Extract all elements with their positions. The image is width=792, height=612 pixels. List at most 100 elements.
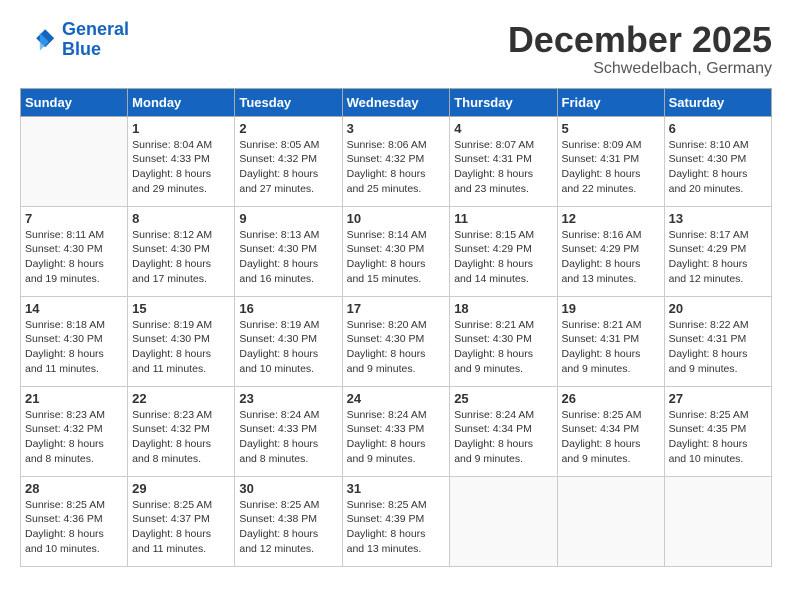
week-row-4: 21 Sunrise: 8:23 AMSunset: 4:32 PMDayligh… [21,386,772,476]
calendar-cell: 9Sunrise: 8:13 AMSunset: 4:30 PMDaylight… [235,206,342,296]
day-number: 10 [347,211,446,226]
location: Schwedelbach, Germany [508,60,772,78]
day-number: 25 [454,391,552,406]
calendar-cell: 12 Sunrise: 8:16 AMSunset: 4:29 PMDayligh… [557,206,664,296]
day-info: Sunrise: 8:25 AMSunset: 4:37 PMDaylight:… [132,498,230,557]
calendar-cell: 27Sunrise: 8:25 AMSunset: 4:35 PMDayligh… [664,386,771,476]
day-number: 31 [347,481,446,496]
calendar-cell: 31Sunrise: 8:25 AMSunset: 4:39 PMDayligh… [342,476,450,566]
day-info: Sunrise: 8:20 AMSunset: 4:30 PMDaylight:… [347,318,446,377]
calendar-cell: 5 Sunrise: 8:09 AMSunset: 4:31 PMDaylight… [557,116,664,206]
day-number: 12 [562,211,660,226]
day-header-friday: Friday [557,88,664,116]
day-number: 4 [454,121,552,136]
calendar-cell: 6Sunrise: 8:10 AMSunset: 4:30 PMDaylight… [664,116,771,206]
day-number: 11 [454,211,552,226]
day-number: 9 [239,211,337,226]
day-number: 23 [239,391,337,406]
day-info: Sunrise: 8:04 AMSunset: 4:33 PMDaylight:… [132,138,230,197]
day-number: 7 [25,211,123,226]
day-info: Sunrise: 8:15 AMSunset: 4:29 PMDaylight:… [454,228,552,287]
calendar-cell: 28Sunrise: 8:25 AMSunset: 4:36 PMDayligh… [21,476,128,566]
calendar-cell: 2 Sunrise: 8:05 AMSunset: 4:32 PMDaylight… [235,116,342,206]
day-number: 29 [132,481,230,496]
calendar-cell: 20 Sunrise: 8:22 AMSunset: 4:31 PMDayligh… [664,296,771,386]
day-number: 2 [239,121,337,136]
calendar-cell: 4 Sunrise: 8:07 AMSunset: 4:31 PMDaylight… [450,116,557,206]
calendar-cell: 21Sunrise: 8:23 AMSunset: 4:32 PMDayligh… [21,386,128,476]
day-info: Sunrise: 8:24 AMSunset: 4:33 PMDaylight:… [239,408,337,467]
day-info: Sunrise: 8:05 AMSunset: 4:32 PMDaylight:… [239,138,337,197]
day-info: Sunrise: 8:06 AMSunset: 4:32 PMDaylight:… [347,138,446,197]
week-row-1: 1 Sunrise: 8:04 AMSunset: 4:33 PMDaylight… [21,116,772,206]
day-header-saturday: Saturday [664,88,771,116]
calendar-cell: 8 Sunrise: 8:12 AMSunset: 4:30 PMDaylight… [128,206,235,296]
day-header-thursday: Thursday [450,88,557,116]
day-number: 18 [454,301,552,316]
day-number: 16 [239,301,337,316]
day-info: Sunrise: 8:19 AMSunset: 4:30 PMDaylight:… [239,318,337,377]
day-number: 17 [347,301,446,316]
day-info: Sunrise: 8:07 AMSunset: 4:31 PMDaylight:… [454,138,552,197]
day-header-monday: Monday [128,88,235,116]
day-header-sunday: Sunday [21,88,128,116]
day-number: 26 [562,391,660,406]
week-row-5: 28Sunrise: 8:25 AMSunset: 4:36 PMDayligh… [21,476,772,566]
calendar-cell: 14Sunrise: 8:18 AMSunset: 4:30 PMDayligh… [21,296,128,386]
day-info: Sunrise: 8:17 AMSunset: 4:29 PMDaylight:… [669,228,767,287]
day-number: 6 [669,121,767,136]
calendar-cell: 23 Sunrise: 8:24 AMSunset: 4:33 PMDayligh… [235,386,342,476]
calendar-cell: 29 Sunrise: 8:25 AMSunset: 4:37 PMDayligh… [128,476,235,566]
calendar-table: SundayMondayTuesdayWednesdayThursdayFrid… [20,88,772,567]
day-info: Sunrise: 8:18 AMSunset: 4:30 PMDaylight:… [25,318,123,377]
calendar-cell: 22 Sunrise: 8:23 AMSunset: 4:32 PMDayligh… [128,386,235,476]
logo-line2: Blue [62,39,101,59]
calendar-cell: 30Sunrise: 8:25 AMSunset: 4:38 PMDayligh… [235,476,342,566]
calendar-cell: 3 Sunrise: 8:06 AMSunset: 4:32 PMDaylight… [342,116,450,206]
day-number: 15 [132,301,230,316]
day-info: Sunrise: 8:09 AMSunset: 4:31 PMDaylight:… [562,138,660,197]
day-header-tuesday: Tuesday [235,88,342,116]
logo-line1: General [62,19,129,39]
week-row-2: 7 Sunrise: 8:11 AMSunset: 4:30 PMDaylight… [21,206,772,296]
calendar-cell: 16 Sunrise: 8:19 AMSunset: 4:30 PMDayligh… [235,296,342,386]
calendar-cell: 1 Sunrise: 8:04 AMSunset: 4:33 PMDaylight… [128,116,235,206]
logo: General Blue [20,20,129,60]
calendar-cell: 19 Sunrise: 8:21 AMSunset: 4:31 PMDayligh… [557,296,664,386]
day-info: Sunrise: 8:24 AMSunset: 4:34 PMDaylight:… [454,408,552,467]
calendar-cell [664,476,771,566]
day-number: 20 [669,301,767,316]
day-number: 28 [25,481,123,496]
calendar-cell: 15 Sunrise: 8:19 AMSunset: 4:30 PMDayligh… [128,296,235,386]
day-number: 3 [347,121,446,136]
title-block: December 2025 Schwedelbach, Germany [508,20,772,78]
day-number: 8 [132,211,230,226]
day-number: 19 [562,301,660,316]
day-info: Sunrise: 8:21 AMSunset: 4:31 PMDaylight:… [562,318,660,377]
day-number: 22 [132,391,230,406]
calendar-cell: 7 Sunrise: 8:11 AMSunset: 4:30 PMDaylight… [21,206,128,296]
calendar-body: 1 Sunrise: 8:04 AMSunset: 4:33 PMDaylight… [21,116,772,566]
day-number: 24 [347,391,446,406]
day-info: Sunrise: 8:14 AMSunset: 4:30 PMDaylight:… [347,228,446,287]
calendar-header-row: SundayMondayTuesdayWednesdayThursdayFrid… [21,88,772,116]
day-info: Sunrise: 8:21 AMSunset: 4:30 PMDaylight:… [454,318,552,377]
day-info: Sunrise: 8:23 AMSunset: 4:32 PMDaylight:… [132,408,230,467]
day-info: Sunrise: 8:16 AMSunset: 4:29 PMDaylight:… [562,228,660,287]
day-info: Sunrise: 8:11 AMSunset: 4:30 PMDaylight:… [25,228,123,287]
calendar-cell: 25 Sunrise: 8:24 AMSunset: 4:34 PMDayligh… [450,386,557,476]
day-number: 21 [25,391,123,406]
calendar-cell: 13Sunrise: 8:17 AMSunset: 4:29 PMDayligh… [664,206,771,296]
day-info: Sunrise: 8:22 AMSunset: 4:31 PMDaylight:… [669,318,767,377]
calendar-cell [21,116,128,206]
logo-icon [20,22,56,58]
calendar-cell: 24Sunrise: 8:24 AMSunset: 4:33 PMDayligh… [342,386,450,476]
day-number: 1 [132,121,230,136]
calendar-cell [557,476,664,566]
day-number: 5 [562,121,660,136]
logo-text: General Blue [62,20,129,60]
day-info: Sunrise: 8:12 AMSunset: 4:30 PMDaylight:… [132,228,230,287]
page-header: General Blue December 2025 Schwedelbach,… [20,20,772,78]
day-info: Sunrise: 8:19 AMSunset: 4:30 PMDaylight:… [132,318,230,377]
week-row-3: 14Sunrise: 8:18 AMSunset: 4:30 PMDayligh… [21,296,772,386]
